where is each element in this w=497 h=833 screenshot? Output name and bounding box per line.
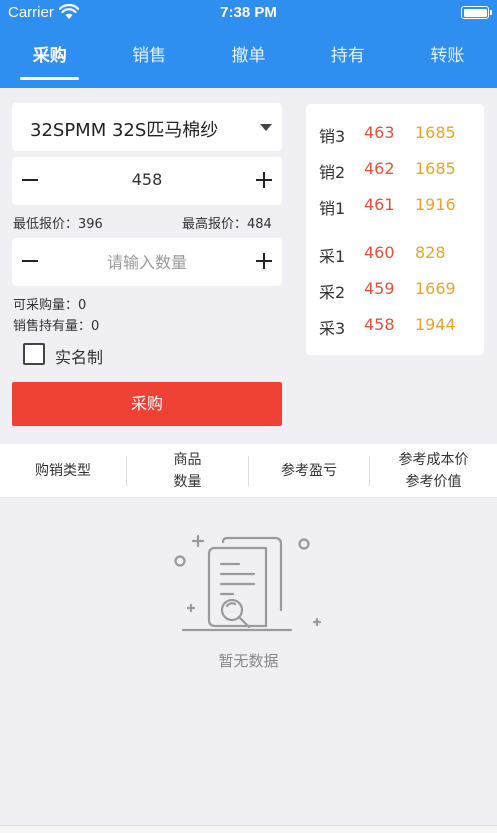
positions-table-header: 购销类型 商品 数量 参考盈亏 参考成本价 参考价值 <box>0 444 497 498</box>
order-book-row: 销1 461 1916 <box>306 195 484 219</box>
quantity-input[interactable] <box>52 250 242 274</box>
price-stepper: 458 <box>12 157 282 205</box>
product-select[interactable]: 32SPMM 32S匹马棉纱 <box>12 103 282 151</box>
order-quantity: 1669 <box>415 279 456 298</box>
order-level-label: 销2 <box>319 163 346 182</box>
order-quantity: 1944 <box>415 315 456 334</box>
order-quantity: 1685 <box>415 159 456 178</box>
app-header: Carrier 7:38 PM 采购 销售 撤单 持有 转账 <box>0 0 497 88</box>
column-header-reference-pnl: 参考盈亏 <box>281 463 337 479</box>
order-book-row: 采3 458 1944 <box>306 315 484 339</box>
min-price-label: 最低报价：396 <box>13 217 103 232</box>
price-decrease-button[interactable] <box>22 179 38 181</box>
order-level-label: 采1 <box>319 247 346 266</box>
order-price: 459 <box>364 279 395 298</box>
order-quantity: 828 <box>415 243 446 262</box>
document-search-icon <box>174 534 322 632</box>
column-header-product-quantity: 商品 数量 <box>173 452 202 490</box>
order-level-label: 销3 <box>319 127 346 146</box>
order-price: 462 <box>364 159 395 178</box>
order-book-row: 销3 463 1685 <box>306 123 484 147</box>
product-select-value: 32SPMM 32S匹马棉纱 <box>30 120 219 141</box>
order-level-label: 销1 <box>319 199 346 218</box>
order-quantity: 1685 <box>415 123 456 142</box>
order-price: 461 <box>364 195 395 214</box>
tab-cancel-order[interactable]: 撤单 <box>199 38 298 78</box>
order-book-row: 采1 460 828 <box>306 243 484 267</box>
column-header-reference-cost-value: 参考成本价 参考价值 <box>398 452 469 490</box>
max-price-label: 最高报价：484 <box>182 217 272 232</box>
quantity-increase-button[interactable] <box>256 253 272 269</box>
caret-down-icon <box>260 124 272 131</box>
order-book-row: 采2 459 1669 <box>306 279 484 303</box>
purchase-button[interactable]: 采购 <box>12 382 282 426</box>
tab-transfer[interactable]: 转账 <box>398 38 497 78</box>
battery-icon <box>461 6 492 19</box>
empty-state-text: 暂无数据 <box>218 652 279 670</box>
column-header-trade-type: 购销类型 <box>35 463 91 479</box>
holding-quantity-label: 销售持有量：0 <box>13 319 100 334</box>
status-bar: Carrier 7:38 PM <box>0 0 497 26</box>
quantity-decrease-button[interactable] <box>22 260 38 262</box>
price-value[interactable]: 458 <box>52 170 242 189</box>
price-increase-button[interactable] <box>256 172 272 188</box>
order-price: 463 <box>364 123 395 142</box>
bottom-tab-bar <box>0 825 497 833</box>
order-level-label: 采3 <box>319 319 346 338</box>
order-book: 销3 463 1685 销2 462 1685 销1 461 1916 采1 4… <box>306 104 484 355</box>
order-price: 458 <box>364 315 395 334</box>
tab-bar: 采购 销售 撤单 持有 转账 <box>0 38 497 80</box>
order-price: 460 <box>364 243 395 262</box>
order-quantity: 1916 <box>415 195 456 214</box>
order-book-row: 销2 462 1685 <box>306 159 484 183</box>
tab-purchase[interactable]: 采购 <box>0 38 99 80</box>
status-time: 7:38 PM <box>220 4 277 21</box>
available-quantity-label: 可采购量：0 <box>13 298 87 313</box>
realname-checkbox[interactable] <box>23 343 45 365</box>
order-level-label: 采2 <box>319 283 346 302</box>
empty-state: 暂无数据 <box>0 498 497 825</box>
realname-label[interactable]: 实名制 <box>55 344 103 368</box>
quantity-stepper <box>12 238 282 286</box>
tab-sell[interactable]: 销售 <box>99 38 198 78</box>
tab-holdings[interactable]: 持有 <box>298 38 397 78</box>
